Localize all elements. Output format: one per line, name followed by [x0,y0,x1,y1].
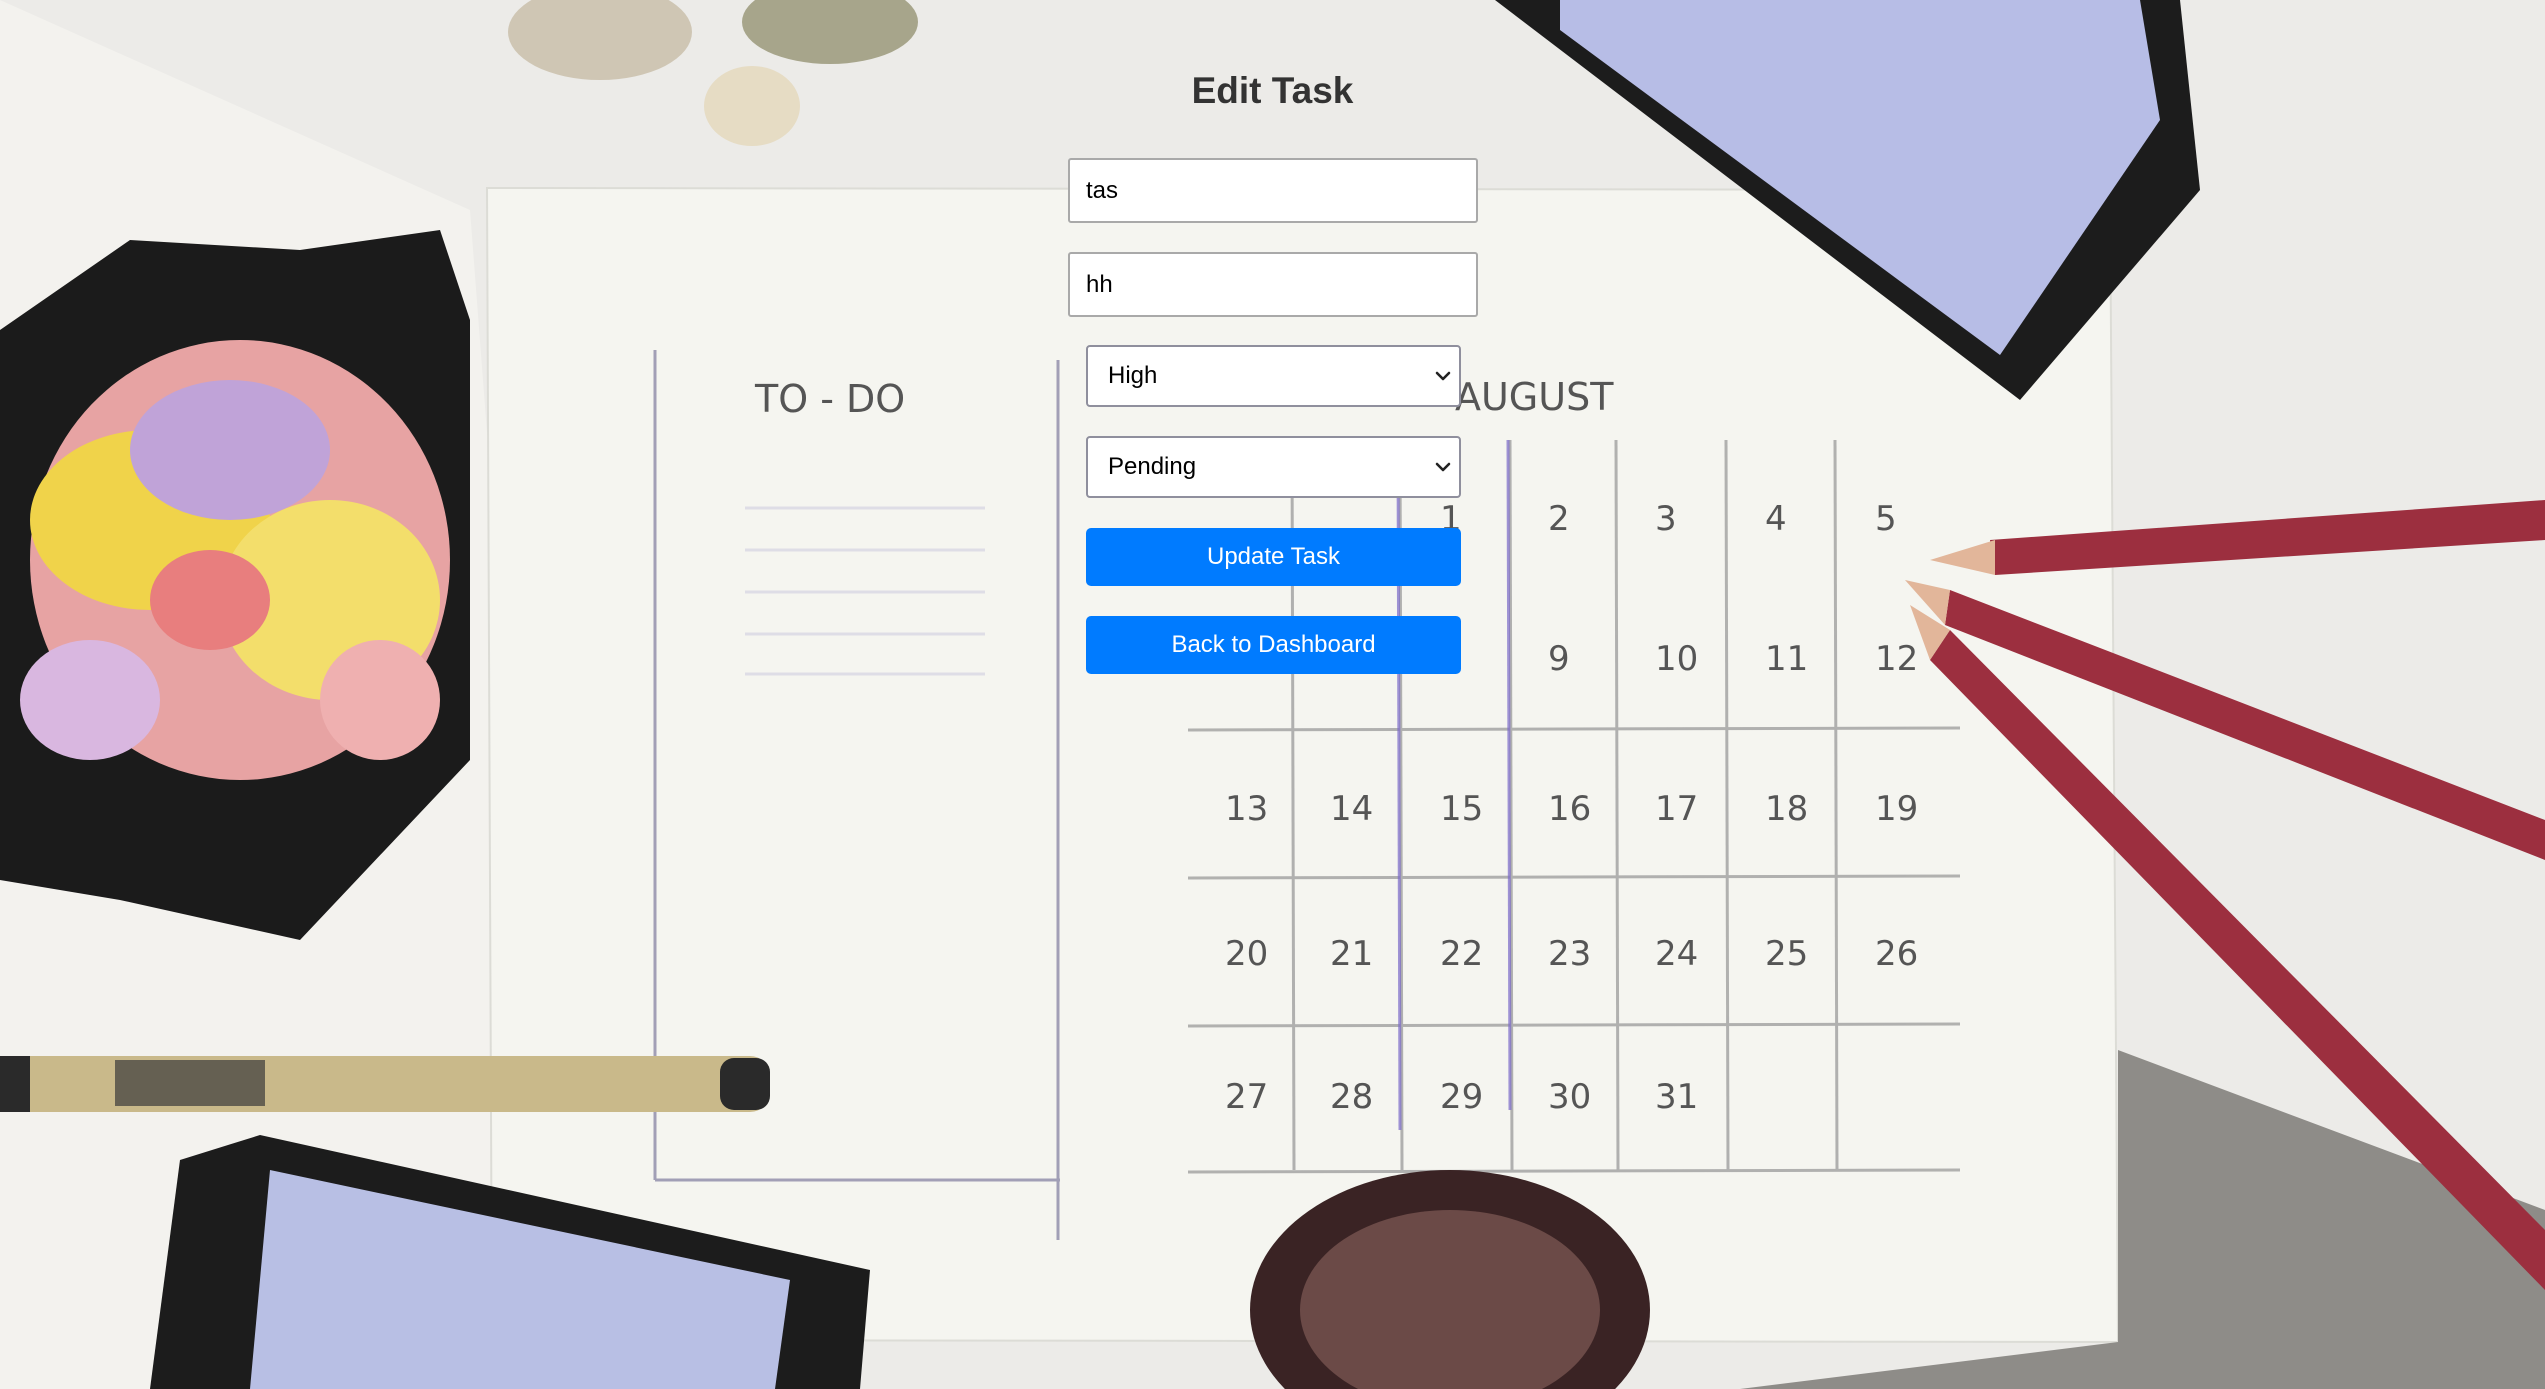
priority-select[interactable]: High [1086,345,1461,407]
chevron-down-icon [1435,462,1451,472]
update-task-button[interactable]: Update Task [1086,528,1461,586]
chevron-down-icon [1435,371,1451,381]
back-to-dashboard-button[interactable]: Back to Dashboard [1086,616,1461,674]
page-title: Edit Task [1191,70,1354,111]
edit-task-form: Edit Task High Pending Update Task Back … [0,0,2545,1389]
task-title-input[interactable] [1068,158,1478,223]
status-select[interactable]: Pending [1086,436,1461,498]
status-selected-value: Pending [1108,453,1197,480]
task-description-input[interactable] [1068,252,1478,317]
priority-selected-value: High [1108,362,1158,389]
